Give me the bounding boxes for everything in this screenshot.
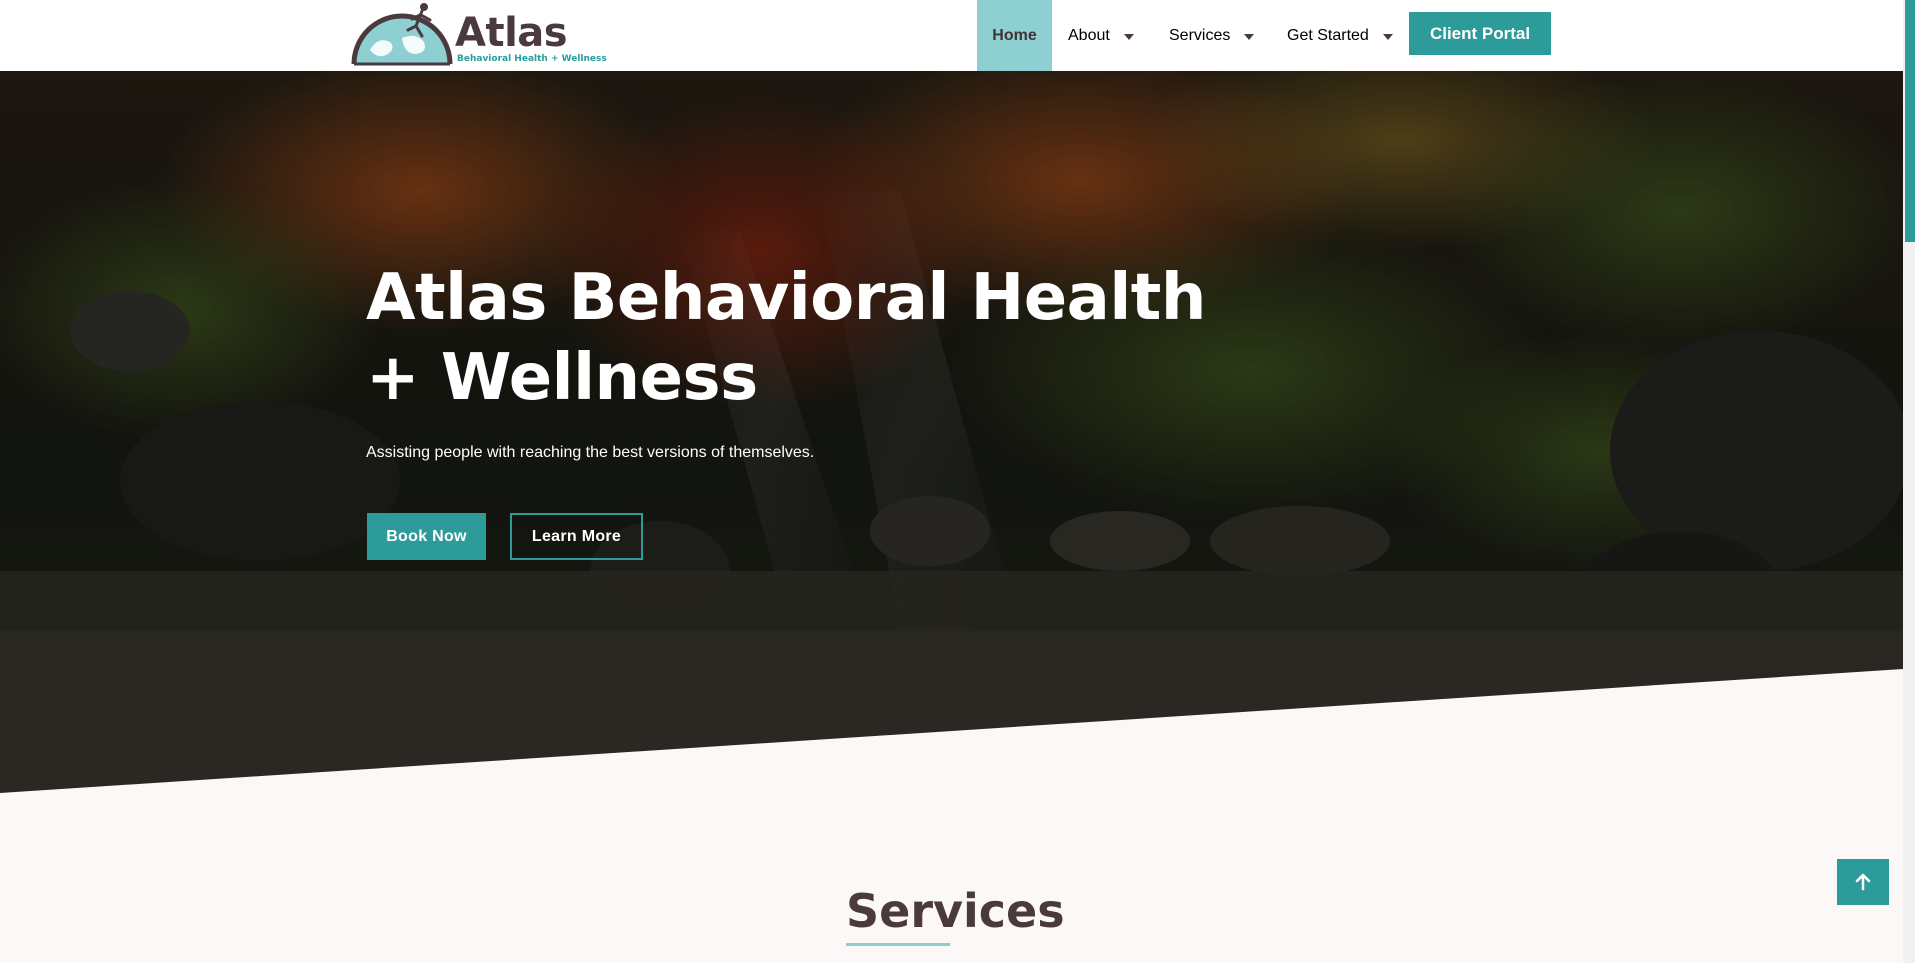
hero-section: Atlas Behavioral Health + Wellness Assis… xyxy=(0,71,1903,801)
hero-subtitle: Assisting people with reaching the best … xyxy=(366,444,815,461)
nav-get-started-label: Get Started xyxy=(1287,26,1369,44)
book-now-button[interactable]: Book Now xyxy=(367,513,486,560)
hero-background-image xyxy=(0,71,1903,801)
page-scrollbar[interactable] xyxy=(1903,0,1915,963)
client-portal-button[interactable]: Client Portal xyxy=(1409,12,1551,55)
nav-services[interactable]: Services xyxy=(1169,0,1255,71)
logo-tagline: Behavioral Health + Wellness xyxy=(457,54,607,64)
learn-more-button[interactable]: Learn More xyxy=(510,513,643,560)
caret-down-icon xyxy=(1244,33,1255,40)
nav-about[interactable]: About xyxy=(1068,0,1134,71)
services-heading: Services xyxy=(846,884,1065,938)
site-header: Atlas Behavioral Health + Wellness Home … xyxy=(0,0,1903,71)
hero-title: Atlas Behavioral Health + Wellness xyxy=(366,261,1206,415)
nav-get-started[interactable]: Get Started xyxy=(1287,0,1393,71)
scroll-to-top-button[interactable] xyxy=(1837,859,1889,905)
arrow-up-icon xyxy=(1855,873,1871,891)
nav-home[interactable]: Home xyxy=(977,0,1052,71)
nav-about-label: About xyxy=(1068,26,1110,44)
logo-wordmark: Atlas xyxy=(455,10,568,56)
services-heading-underline xyxy=(846,943,950,946)
nav-services-label: Services xyxy=(1169,26,1231,44)
caret-down-icon xyxy=(1382,33,1393,40)
scrollbar-thumb[interactable] xyxy=(1905,0,1915,242)
caret-down-icon xyxy=(1123,33,1134,40)
nav-home-label: Home xyxy=(992,26,1037,44)
